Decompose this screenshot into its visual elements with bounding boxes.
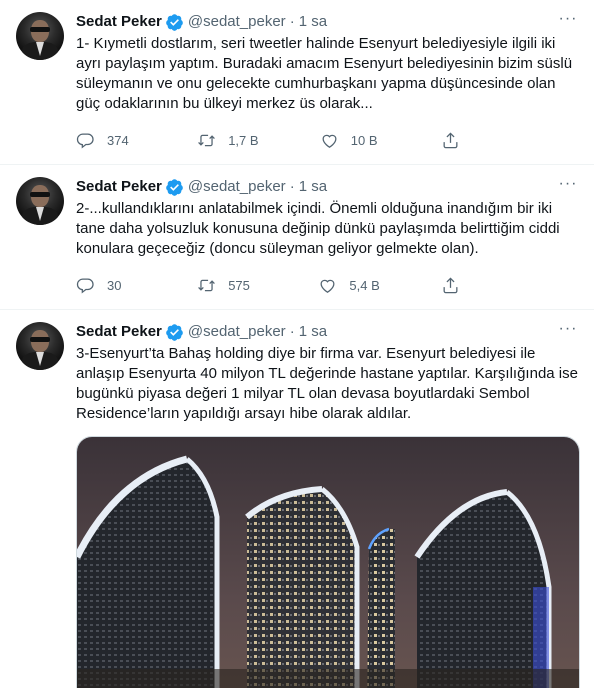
- avatar[interactable]: [16, 12, 64, 60]
- tweet-header: Sedat Peker @sedat_peker · 1 sa: [76, 12, 578, 32]
- timeline-feed: Sedat Peker @sedat_peker · 1 sa 1- Kıyme…: [0, 0, 594, 688]
- avatar-column: [16, 322, 64, 688]
- retweet-button[interactable]: 1,7 B: [197, 131, 259, 150]
- tweet-3[interactable]: Sedat Peker @sedat_peker · 1 sa 3-Esenyu…: [0, 310, 594, 688]
- reply-count: 30: [107, 277, 122, 293]
- verified-badge-icon: [166, 323, 183, 341]
- tweet-2[interactable]: Sedat Peker @sedat_peker · 1 sa 2-...kul…: [0, 165, 594, 310]
- author-handle[interactable]: @sedat_peker: [188, 12, 286, 32]
- retweet-count: 575: [228, 277, 250, 293]
- reply-button[interactable]: 374: [76, 131, 136, 150]
- share-button[interactable]: [441, 276, 501, 295]
- separator-dot: ·: [289, 178, 295, 195]
- tweet-text: 3-Esenyurt’ta Bahaş holding diye bir fir…: [76, 345, 583, 422]
- timestamp[interactable]: 1 sa: [299, 12, 327, 32]
- like-icon: [322, 134, 337, 148]
- avatar-column: [16, 177, 64, 309]
- reply-icon: [76, 133, 94, 149]
- timestamp[interactable]: 1 sa: [299, 177, 327, 197]
- tweet-text: 1- Kıymetli dostlarım, seri tweetler hal…: [76, 35, 577, 112]
- share-icon: [443, 131, 458, 148]
- separator-dot: ·: [289, 323, 295, 340]
- separator-dot: ·: [289, 13, 295, 30]
- like-button[interactable]: 5,4 B: [318, 276, 380, 295]
- tweet-content: Sedat Peker @sedat_peker · 1 sa 3-Esenyu…: [76, 322, 583, 688]
- retweet-button[interactable]: 575: [197, 276, 257, 295]
- author-name[interactable]: Sedat Peker: [76, 322, 162, 342]
- reply-icon: [76, 278, 94, 294]
- tweet-content: Sedat Peker @sedat_peker · 1 sa 2-...kul…: [76, 177, 578, 309]
- more-icon[interactable]: ···: [558, 176, 578, 197]
- share-button[interactable]: [441, 131, 501, 150]
- avatar[interactable]: [16, 322, 64, 370]
- avatar[interactable]: [16, 177, 64, 225]
- like-count: 5,4 B: [349, 277, 380, 293]
- like-button[interactable]: 10 B: [320, 131, 380, 150]
- action-bar: 30 575 5,4 B: [76, 267, 501, 303]
- author-handle[interactable]: @sedat_peker: [188, 322, 286, 342]
- verified-badge-icon: [166, 178, 183, 196]
- verified-badge-icon: [166, 13, 183, 31]
- retweet-icon: [198, 134, 216, 146]
- tweet-text: 2-...kullandıklarını anlatabilmek içindi…: [76, 200, 564, 257]
- avatar-column: [16, 12, 64, 164]
- author-name[interactable]: Sedat Peker: [76, 12, 162, 32]
- reply-count: 374: [107, 132, 129, 148]
- tweet-header: Sedat Peker @sedat_peker · 1 sa: [76, 177, 578, 197]
- action-bar: 374 1,7 B 10 B: [76, 122, 501, 158]
- tweet-1[interactable]: Sedat Peker @sedat_peker · 1 sa 1- Kıyme…: [0, 0, 594, 165]
- like-count: 10 B: [350, 132, 378, 148]
- skyscrapers-photo: [77, 437, 579, 688]
- reply-button[interactable]: 30: [76, 276, 136, 295]
- more-icon[interactable]: ···: [558, 11, 578, 32]
- retweet-icon: [198, 279, 216, 291]
- author-name[interactable]: Sedat Peker: [76, 177, 162, 197]
- tweet-content: Sedat Peker @sedat_peker · 1 sa 1- Kıyme…: [76, 12, 578, 164]
- more-icon[interactable]: ···: [558, 321, 578, 342]
- like-icon: [320, 279, 335, 293]
- tweet-photo[interactable]: [76, 436, 580, 688]
- author-handle[interactable]: @sedat_peker: [188, 177, 286, 197]
- timestamp[interactable]: 1 sa: [299, 322, 327, 342]
- tweet-header: Sedat Peker @sedat_peker · 1 sa: [76, 322, 578, 342]
- share-icon: [443, 276, 458, 293]
- retweet-count: 1,7 B: [228, 132, 259, 148]
